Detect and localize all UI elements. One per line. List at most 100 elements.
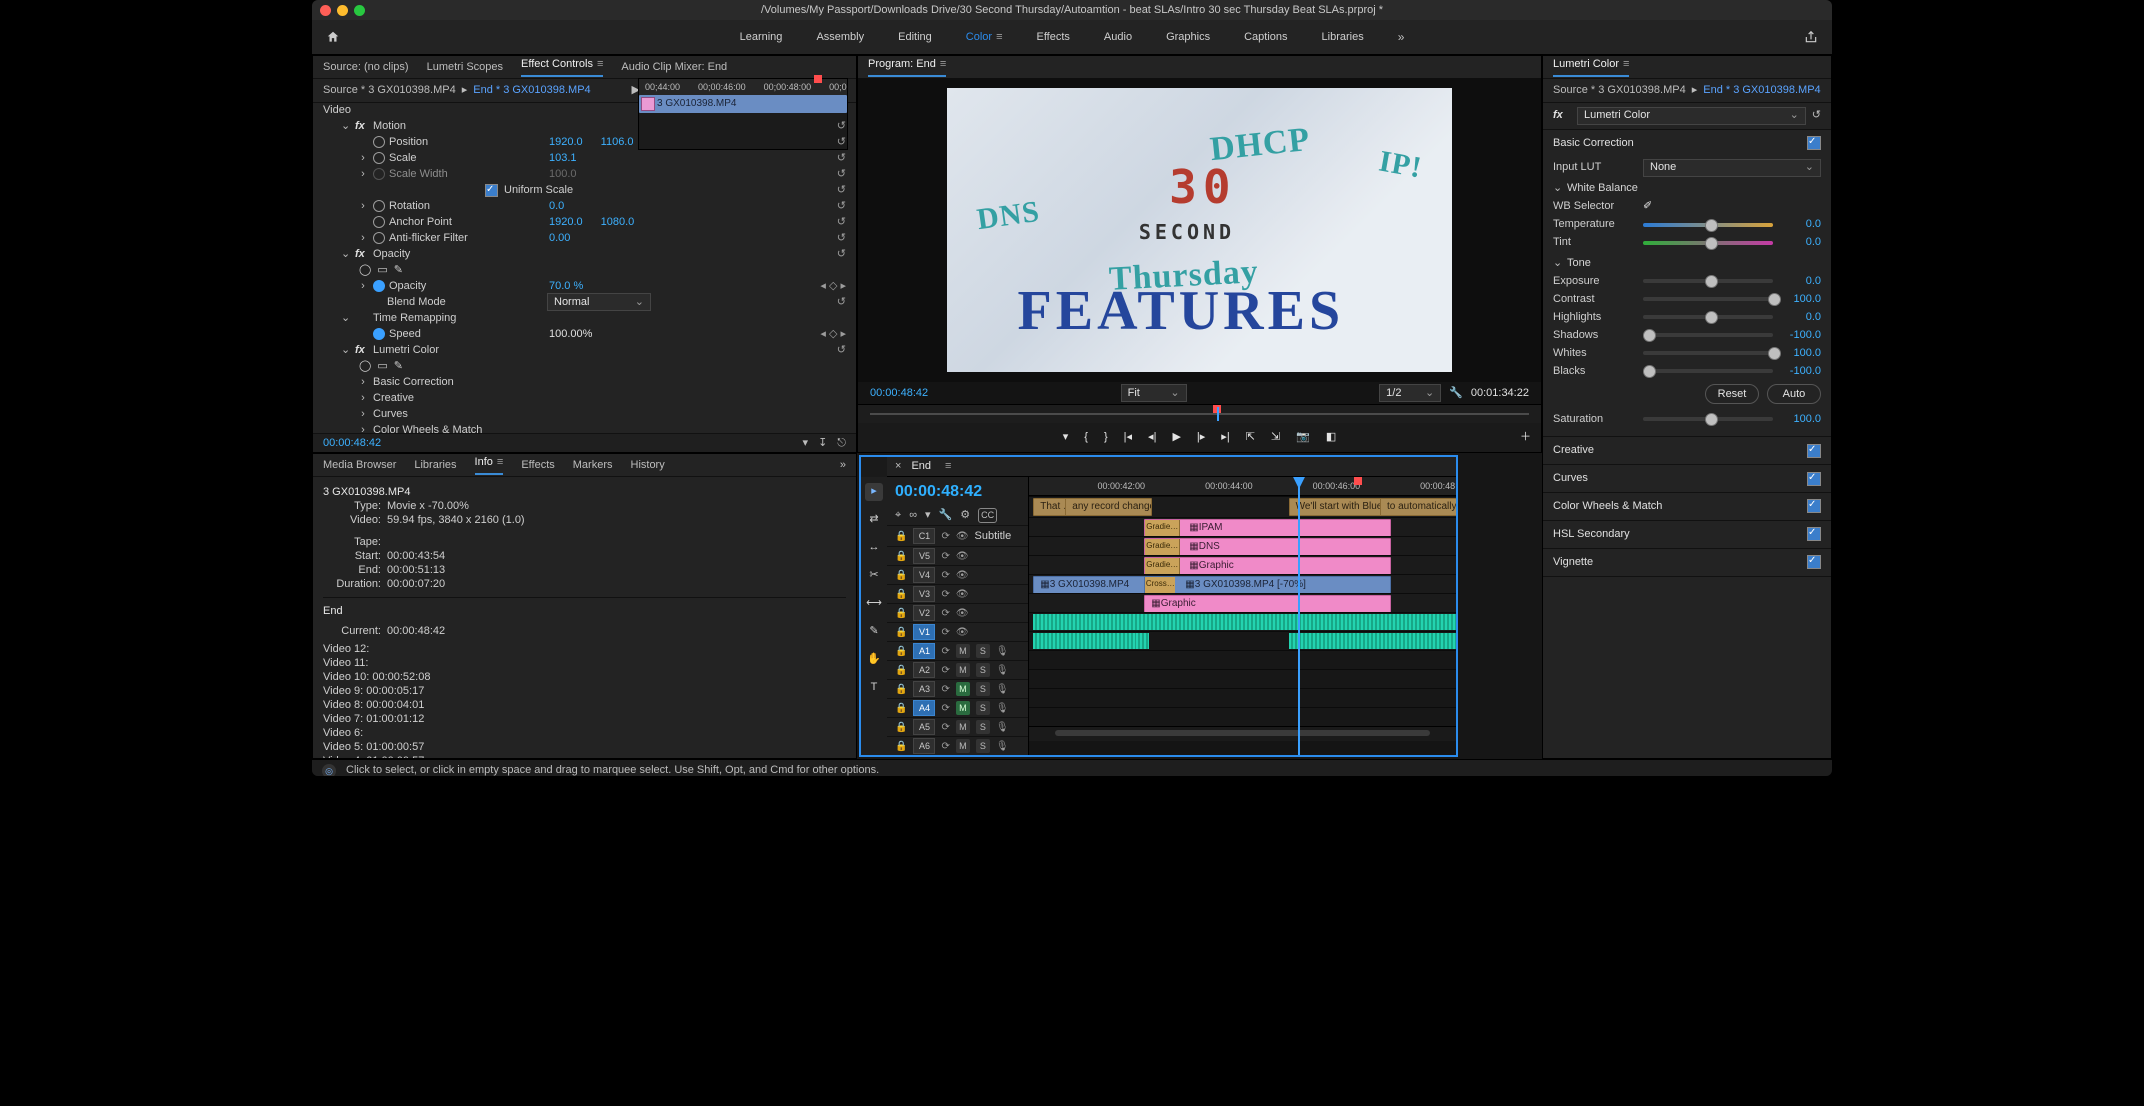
reset-icon[interactable]: ↺ <box>837 135 846 150</box>
lumetri-item[interactable]: ›Curves <box>313 406 856 422</box>
timeline-timecode[interactable]: 00:00:48:42 <box>887 477 1028 507</box>
track-target[interactable]: A3 <box>913 681 935 697</box>
saturation-slider[interactable] <box>1643 417 1773 421</box>
sync-lock-icon[interactable]: ⟳ <box>941 550 949 564</box>
temperature-value[interactable]: 0.0 <box>1779 217 1821 232</box>
marker-icon[interactable]: ▾ <box>925 508 931 523</box>
anchor-y[interactable]: 1080.0 <box>601 215 635 230</box>
scale-value[interactable]: 103.1 <box>549 151 577 166</box>
tab-info[interactable]: Info≡ <box>475 455 504 475</box>
keyframe-nav[interactable]: ◂ ◇ ▸ <box>820 327 846 342</box>
track-target[interactable]: V2 <box>913 605 935 621</box>
step-forward-button[interactable]: |▸ <box>1197 430 1205 445</box>
lock-icon[interactable]: 🔒 <box>895 683 907 697</box>
tab-audio-clip-mixer[interactable]: Audio Clip Mixer: End <box>621 60 727 75</box>
section-creative[interactable]: Creative <box>1543 437 1831 464</box>
minimize-window-button[interactable] <box>337 5 348 16</box>
reset-icon[interactable]: ↺ <box>837 151 846 166</box>
flicker-value[interactable]: 0.00 <box>549 231 570 246</box>
anchor-x[interactable]: 1920.0 <box>549 215 583 230</box>
timeline-h-scroll[interactable] <box>1029 726 1456 741</box>
program-timecode-left[interactable]: 00:00:48:42 <box>870 386 928 401</box>
clip-gx-right[interactable]: Cross…▦ 3 GX010398.MP4 [-70%] <box>1144 576 1391 594</box>
sync-lock-icon[interactable]: ⟳ <box>941 588 949 602</box>
rotation-value[interactable]: 0.0 <box>549 199 564 214</box>
uniform-scale-checkbox[interactable] <box>485 184 498 197</box>
lock-icon[interactable]: 🔒 <box>895 550 907 564</box>
zoom-window-button[interactable] <box>354 5 365 16</box>
section-hsl-secondary[interactable]: HSL Secondary <box>1543 521 1831 548</box>
mask-rect-icon[interactable]: ▭ <box>377 263 387 278</box>
program-scrubber[interactable] <box>858 404 1541 423</box>
pin-icon[interactable]: ↧ <box>818 436 827 451</box>
eyedropper-icon[interactable]: ✐ <box>1643 199 1652 214</box>
button-editor[interactable]: ＋ <box>1520 430 1531 445</box>
reset-icon[interactable]: ↺ <box>837 119 846 134</box>
opacity-value[interactable]: 70.0 % <box>549 279 583 294</box>
home-button[interactable] <box>326 20 340 54</box>
track-v2[interactable]: ▦ 3 GX010398.MP4 Cross…▦ 3 GX010398.MP4 … <box>1029 574 1456 593</box>
close-sequence-button[interactable]: × <box>895 459 901 474</box>
workspace-assembly[interactable]: Assembly <box>816 30 864 45</box>
lumetri-item[interactable]: ›Creative <box>313 390 856 406</box>
comparison-button[interactable]: ◧ <box>1326 430 1336 445</box>
step-back-button[interactable]: ◂| <box>1148 430 1156 445</box>
shadows-value[interactable]: -100.0 <box>1779 328 1821 343</box>
wrench-icon[interactable]: 🔧 <box>1449 386 1463 401</box>
mark-out-button[interactable]: } <box>1104 430 1108 445</box>
timeline-ruler[interactable]: . 00:00:42:00 00:00:44:00 00:00:46:00 00… <box>1029 477 1456 496</box>
track-a6[interactable] <box>1029 707 1456 726</box>
razor-tool[interactable]: ✂ <box>865 567 883 585</box>
clip-ipam[interactable]: Gradie…▦ IPAM <box>1144 519 1391 537</box>
reset-icon[interactable]: ↺ <box>837 183 846 198</box>
mask-rect-icon[interactable]: ▭ <box>377 359 387 374</box>
mute-button[interactable]: M <box>956 644 970 658</box>
lock-icon[interactable]: 🔒 <box>895 530 907 544</box>
section-enable-checkbox[interactable] <box>1807 555 1821 569</box>
mute-button[interactable]: M <box>956 720 970 734</box>
tab-source[interactable]: Source: (no clips) <box>323 60 409 75</box>
tab-media-browser[interactable]: Media Browser <box>323 458 396 473</box>
wrench-icon[interactable]: 🔧 <box>939 508 953 523</box>
ec-opacity[interactable]: ⌄fxOpacity↺ <box>313 246 856 262</box>
track-target[interactable]: V1 <box>913 624 935 640</box>
section-enable-checkbox[interactable] <box>1807 136 1821 150</box>
reset-icon[interactable]: ↺ <box>837 247 846 262</box>
keyframe-toggle[interactable] <box>373 232 385 244</box>
track-a3[interactable] <box>1029 650 1456 669</box>
clip-graphic-v1[interactable]: ▦ Graphic <box>1144 595 1391 613</box>
sync-lock-icon[interactable]: ⟳ <box>941 740 949 754</box>
voice-over-icon[interactable]: 🎙 <box>996 645 1009 659</box>
program-view[interactable]: DHCP DNS IP! 30 SECOND Thursday FEATURES <box>858 78 1541 382</box>
shadows-slider[interactable] <box>1643 333 1773 337</box>
go-to-out-button[interactable]: ▸| <box>1221 430 1229 445</box>
mask-pen-icon[interactable]: ✎ <box>394 359 403 374</box>
subtitle-clip[interactable]: We'll start with BlueCa… <box>1289 498 1393 516</box>
snap-icon[interactable]: ⌖ <box>895 508 901 523</box>
voice-over-icon[interactable]: 🎙 <box>996 683 1009 697</box>
tab-effects-panel[interactable]: Effects <box>521 458 554 473</box>
blacks-value[interactable]: -100.0 <box>1779 364 1821 379</box>
section-color-wheels[interactable]: Color Wheels & Match <box>1543 493 1831 520</box>
keyframe-toggle[interactable] <box>373 152 385 164</box>
track-target[interactable]: A6 <box>913 738 935 754</box>
highlights-value[interactable]: 0.0 <box>1779 310 1821 325</box>
playhead-handle[interactable] <box>1293 477 1305 489</box>
reset-icon[interactable]: ↺ <box>837 215 846 230</box>
lock-icon[interactable]: 🔒 <box>895 664 907 678</box>
scroll-thumb[interactable] <box>1055 730 1431 736</box>
input-lut-select[interactable]: None⌄ <box>1643 159 1821 177</box>
contrast-slider[interactable] <box>1643 297 1773 301</box>
tab-effect-controls[interactable]: Effect Controls≡ <box>521 57 603 77</box>
lock-icon[interactable]: 🔒 <box>895 588 907 602</box>
add-marker-button[interactable]: ▾ <box>1063 430 1069 445</box>
track-target[interactable]: A2 <box>913 662 935 678</box>
workspace-effects[interactable]: Effects <box>1036 30 1069 45</box>
keyframe-toggle[interactable] <box>373 136 385 148</box>
blacks-slider[interactable] <box>1643 369 1773 373</box>
link-icon[interactable]: ∞ <box>909 508 917 523</box>
section-enable-checkbox[interactable] <box>1807 444 1821 458</box>
mask-ellipse-icon[interactable]: ◯ <box>359 263 371 278</box>
play-button[interactable]: ▶ <box>1172 430 1180 445</box>
track-target[interactable]: A1 <box>913 643 935 659</box>
